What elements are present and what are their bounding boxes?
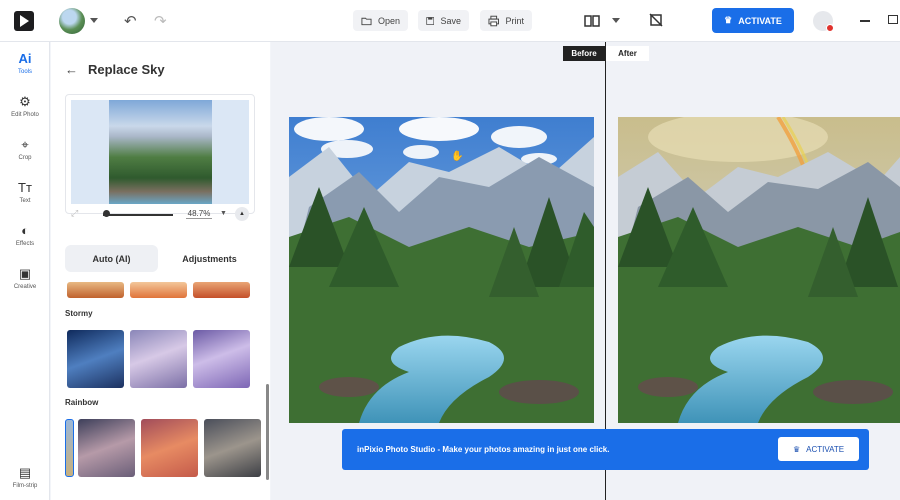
redo-icon: ↷: [154, 13, 167, 30]
project-thumbnail[interactable]: [59, 8, 85, 34]
mode-tabs: Auto (AI) Adjustments: [65, 245, 257, 272]
film-strip-icon: ▤: [18, 465, 32, 480]
rail-item-label: Creative: [13, 284, 37, 290]
sky-thumbnail[interactable]: [67, 282, 124, 298]
activate-button[interactable]: ♛ ACTIVATE: [712, 8, 794, 33]
tab-adjustments[interactable]: Adjustments: [163, 245, 256, 272]
rail-item-creative[interactable]: ▣ Creative: [0, 266, 50, 291]
banner-activate-label: ACTIVATE: [806, 444, 845, 454]
printer-icon: [488, 15, 500, 26]
zoom-value[interactable]: 48.7%: [186, 209, 212, 219]
before-landscape-image: [289, 117, 594, 423]
save-icon: [426, 16, 435, 25]
creative-icon: ▣: [18, 266, 32, 281]
tool-rail: Ai Tools ⚙ Edit Photo ⌖ Crop Tт Text ◐ E…: [0, 42, 50, 500]
rail-item-film-strip[interactable]: ▤ Film-strip: [0, 465, 50, 490]
rail-item-label: Film-strip: [12, 483, 38, 489]
open-label: Open: [377, 15, 400, 26]
sunset-thumbnail-row: [67, 282, 257, 298]
after-label: After: [606, 46, 649, 61]
rail-item-tools[interactable]: Ai Tools: [0, 51, 50, 76]
zoom-slider-track[interactable]: [103, 214, 173, 216]
rail-item-label: Effects: [15, 241, 35, 247]
rail-item-label: Tools: [17, 69, 32, 75]
crown-icon: ♛: [792, 444, 801, 454]
before-label: Before: [563, 46, 605, 61]
preview-card: [65, 94, 255, 214]
banner-activate-button[interactable]: ♛ ACTIVATE: [778, 437, 859, 461]
app-window: ↶ ↷ Open Save Print ♛ ACTIVATE Ai Tools: [0, 0, 900, 500]
sky-thumbnail[interactable]: [78, 419, 135, 477]
rail-item-text[interactable]: Tт Text: [0, 180, 50, 205]
preview-image: [109, 100, 212, 204]
before-photo[interactable]: [289, 117, 594, 423]
promo-banner: inPixio Photo Studio - Make your photos …: [342, 429, 869, 470]
app-logo-icon: [14, 11, 34, 31]
activate-label: ACTIVATE: [738, 15, 782, 26]
ai-tools-icon: Ai: [18, 51, 32, 66]
section-label-rainbow: Rainbow: [65, 398, 99, 407]
sky-thumbnail[interactable]: [193, 282, 250, 298]
after-landscape-image: [618, 117, 900, 423]
tab-auto-ai[interactable]: Auto (AI): [65, 245, 158, 272]
print-button[interactable]: Print: [480, 10, 532, 31]
chevron-down-icon[interactable]: [612, 18, 620, 23]
sky-thumbnail-selected[interactable]: [65, 419, 74, 477]
print-label: Print: [505, 15, 524, 26]
panel-scrollbar[interactable]: [266, 384, 269, 480]
sky-thumbnail[interactable]: [130, 282, 187, 298]
collapse-up-icon[interactable]: ▲: [235, 207, 249, 221]
save-label: Save: [440, 15, 461, 26]
sky-thumbnail[interactable]: [193, 330, 250, 388]
zoom-controls: ⤢ 48.7% ▼ ▲: [65, 207, 255, 221]
zoom-slider-knob[interactable]: [103, 210, 110, 217]
crop-icon: ⌖: [21, 137, 29, 152]
rail-item-effects[interactable]: ◐ Effects: [0, 223, 50, 248]
compare-view-icon[interactable]: [584, 14, 600, 28]
undo-icon[interactable]: ↶: [124, 12, 137, 30]
open-button[interactable]: Open: [353, 10, 408, 31]
hand-cursor-icon: ✋: [451, 151, 464, 162]
fit-screen-icon[interactable]: ⤢: [71, 208, 78, 219]
user-account-icon[interactable]: [813, 11, 834, 32]
folder-icon: [361, 17, 372, 25]
crop-off-icon[interactable]: [649, 13, 663, 27]
minimize-icon[interactable]: [860, 20, 870, 22]
section-label-stormy: Stormy: [65, 309, 93, 318]
after-photo[interactable]: [618, 117, 900, 423]
rail-item-crop[interactable]: ⌖ Crop: [0, 137, 50, 162]
rainbow-thumbnail-row: [65, 419, 270, 477]
banner-text: inPixio Photo Studio - Make your photos …: [357, 445, 610, 454]
sky-thumbnail[interactable]: [67, 330, 124, 388]
crown-icon: ♛: [724, 15, 733, 25]
rail-item-label: Edit Photo: [11, 112, 39, 118]
save-button[interactable]: Save: [418, 10, 469, 31]
panel-header: ← Replace Sky: [65, 60, 165, 78]
chevron-down-icon[interactable]: ▼: [220, 210, 227, 217]
rail-item-edit-photo[interactable]: ⚙ Edit Photo: [0, 94, 50, 119]
chevron-down-icon[interactable]: [90, 18, 98, 23]
effects-icon: ◐: [21, 223, 29, 238]
rail-item-label: Crop: [18, 155, 32, 161]
sky-thumbnail[interactable]: [204, 419, 261, 477]
restore-window-icon[interactable]: [888, 15, 898, 24]
stormy-thumbnail-row: [67, 330, 257, 388]
top-toolbar: ↶ ↷ Open Save Print ♛ ACTIVATE: [0, 0, 900, 42]
sky-thumbnail[interactable]: [141, 419, 198, 477]
replace-sky-panel: ← Replace Sky ⤢ 48.7% ▼ ▲ Auto (AI) Adju…: [51, 42, 270, 500]
text-icon: Tт: [18, 180, 32, 195]
panel-title: Replace Sky: [88, 61, 165, 77]
edit-photo-icon: ⚙: [19, 94, 31, 109]
rail-item-label: Text: [19, 198, 31, 204]
sky-thumbnail[interactable]: [130, 330, 187, 388]
back-arrow-icon[interactable]: ←: [65, 62, 78, 77]
